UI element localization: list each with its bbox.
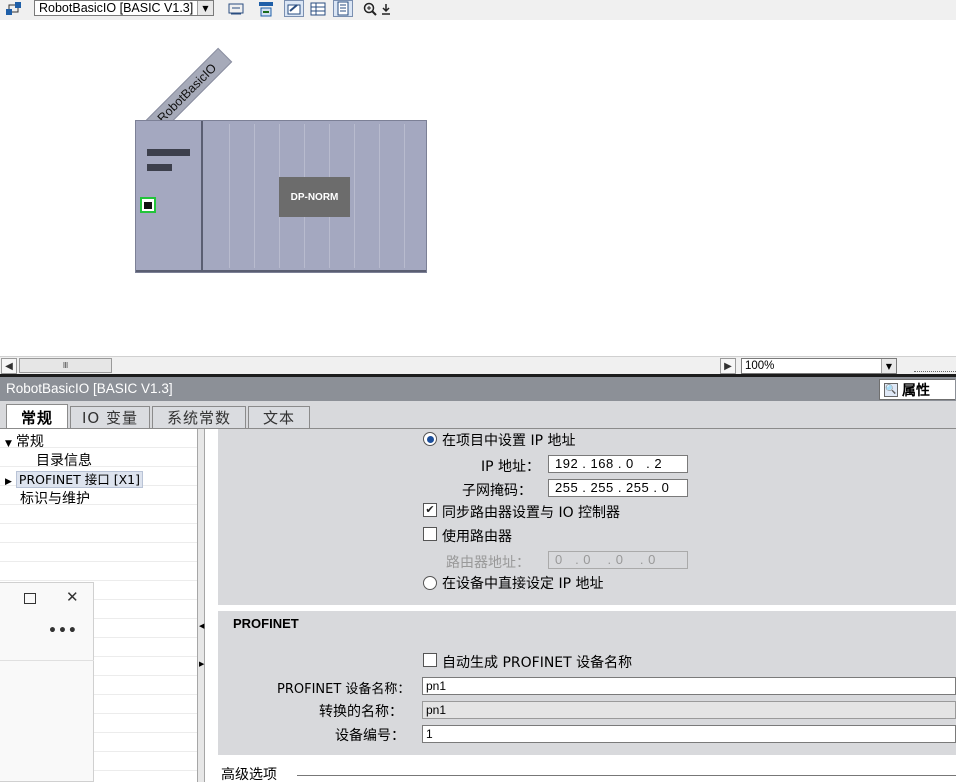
scroll-left-icon[interactable]: ◀: [1, 358, 17, 374]
device-select[interactable]: RobotBasicIO [BASIC V1.3] ▼: [34, 0, 214, 16]
converted-name-label: 转换的名称：: [319, 704, 403, 720]
advanced-options-header[interactable]: 高级选项: [221, 764, 277, 782]
scroll-grip: Ⅲ: [62, 361, 69, 370]
inspector-title: RobotBasicIO [BASIC V1.3]: [6, 381, 173, 396]
router-address-label: 路由器地址：: [446, 555, 530, 571]
router-address-field: 0 . 0 . 0 . 0: [548, 551, 688, 569]
collapsed-icon[interactable]: ▶: [5, 477, 12, 487]
profinet-section-title: PROFINET: [233, 616, 299, 631]
inspector-tabs: 常规 IO 变量 系统常数 文本: [0, 401, 956, 430]
status-bar-icon: [147, 149, 190, 156]
subnet-mask-label: 子网掩码：: [462, 483, 532, 499]
nav-splitter[interactable]: ◀ ▶: [197, 429, 205, 782]
floating-window: ✕ •••: [0, 582, 94, 782]
sync-router-label: 同步路由器设置与 IO 控制器: [442, 505, 621, 521]
use-router-label: 使用路由器: [442, 529, 512, 545]
radio-set-ip-on-device[interactable]: [423, 576, 437, 590]
properties-tab[interactable]: 🔍 属性: [879, 379, 955, 400]
table-icon[interactable]: [309, 0, 327, 17]
horizontal-scroll-thumb[interactable]: Ⅲ: [19, 358, 112, 373]
expand-right-icon[interactable]: ▶: [199, 657, 204, 671]
zoom-select[interactable]: 100% ▼: [741, 358, 897, 374]
more-icon[interactable]: •••: [48, 623, 78, 639]
dp-norm-label[interactable]: DP-NORM: [279, 177, 350, 217]
tab-system-constants[interactable]: 系统常数: [152, 406, 246, 428]
network-canvas[interactable]: RobotBasicIO DP-NORM: [0, 20, 956, 356]
chevron-down-icon[interactable]: ▼: [881, 359, 896, 373]
tab-general[interactable]: 常规: [6, 404, 68, 430]
device-head: [136, 121, 203, 272]
converted-name-field: pn1: [422, 701, 956, 719]
profinet-port-icon[interactable]: [140, 197, 156, 213]
zoom-slider[interactable]: [914, 362, 956, 372]
device-number-field[interactable]: 1: [422, 725, 956, 743]
checkbox-auto-name[interactable]: [423, 653, 437, 667]
device-select-value: RobotBasicIO [BASIC V1.3]: [39, 1, 194, 15]
collapse-left-icon[interactable]: ◀: [199, 619, 204, 633]
auto-name-label: 自动生成 PROFINET 设备名称: [442, 655, 633, 671]
set-ip-in-project-label: 在项目中设置 IP 地址: [442, 433, 576, 449]
canvas-scroll-bar: ◀ Ⅲ ▶ 100% ▼: [0, 356, 956, 374]
zoom-down-icon[interactable]: [380, 0, 392, 17]
nav-general[interactable]: ▼ 常规: [5, 431, 44, 451]
ip-address-label: IP 地址：: [481, 459, 541, 475]
ip-address-field[interactable]: 192 . 168 . 0 . 2: [548, 455, 688, 473]
properties-label: 属性: [902, 382, 930, 399]
status-bar-icon: [147, 164, 172, 171]
scroll-right-icon[interactable]: ▶: [720, 358, 736, 374]
checkbox-sync-router[interactable]: ✔: [423, 503, 437, 517]
maximize-icon[interactable]: [24, 593, 36, 604]
properties-icon: 🔍: [884, 382, 898, 397]
network-view-icon[interactable]: [4, 0, 24, 17]
expanded-icon[interactable]: ▼: [5, 439, 12, 449]
subnet-mask-field[interactable]: 255 . 255 . 255 . 0: [548, 479, 688, 497]
editor-toolbar: RobotBasicIO [BASIC V1.3] ▼: [0, 0, 956, 20]
device-name-field[interactable]: pn1: [422, 677, 956, 695]
close-icon[interactable]: ✕: [66, 588, 79, 606]
set-ip-on-device-label: 在设备中直接设定 IP 地址: [442, 576, 604, 592]
page-icon[interactable]: [333, 0, 353, 17]
radio-set-ip-in-project[interactable]: [423, 432, 437, 446]
nav-profinet-interface[interactable]: ▶ PROFINET 接口 [X1]: [5, 469, 143, 488]
edit-icon[interactable]: [284, 0, 304, 17]
tab-io-tags[interactable]: IO 变量: [70, 406, 150, 428]
zoom-in-icon[interactable]: [362, 0, 378, 17]
chevron-down-icon[interactable]: ▼: [197, 1, 213, 15]
addr-icon[interactable]: [256, 0, 276, 17]
device-name-label: PROFINET 设备名称：: [277, 682, 411, 697]
checkbox-use-router[interactable]: [423, 527, 437, 541]
nav-catalog-info[interactable]: 目录信息: [36, 450, 92, 470]
inspector-header: RobotBasicIO [BASIC V1.3] 🔍 属性: [0, 377, 956, 401]
swap-icon[interactable]: [227, 0, 245, 17]
device-number-label: 设备编号：: [335, 728, 405, 744]
nav-identification[interactable]: 标识与维护: [20, 488, 90, 508]
zoom-value: 100%: [745, 360, 775, 372]
device-module[interactable]: DP-NORM: [135, 120, 427, 273]
tab-texts[interactable]: 文本: [248, 406, 310, 428]
